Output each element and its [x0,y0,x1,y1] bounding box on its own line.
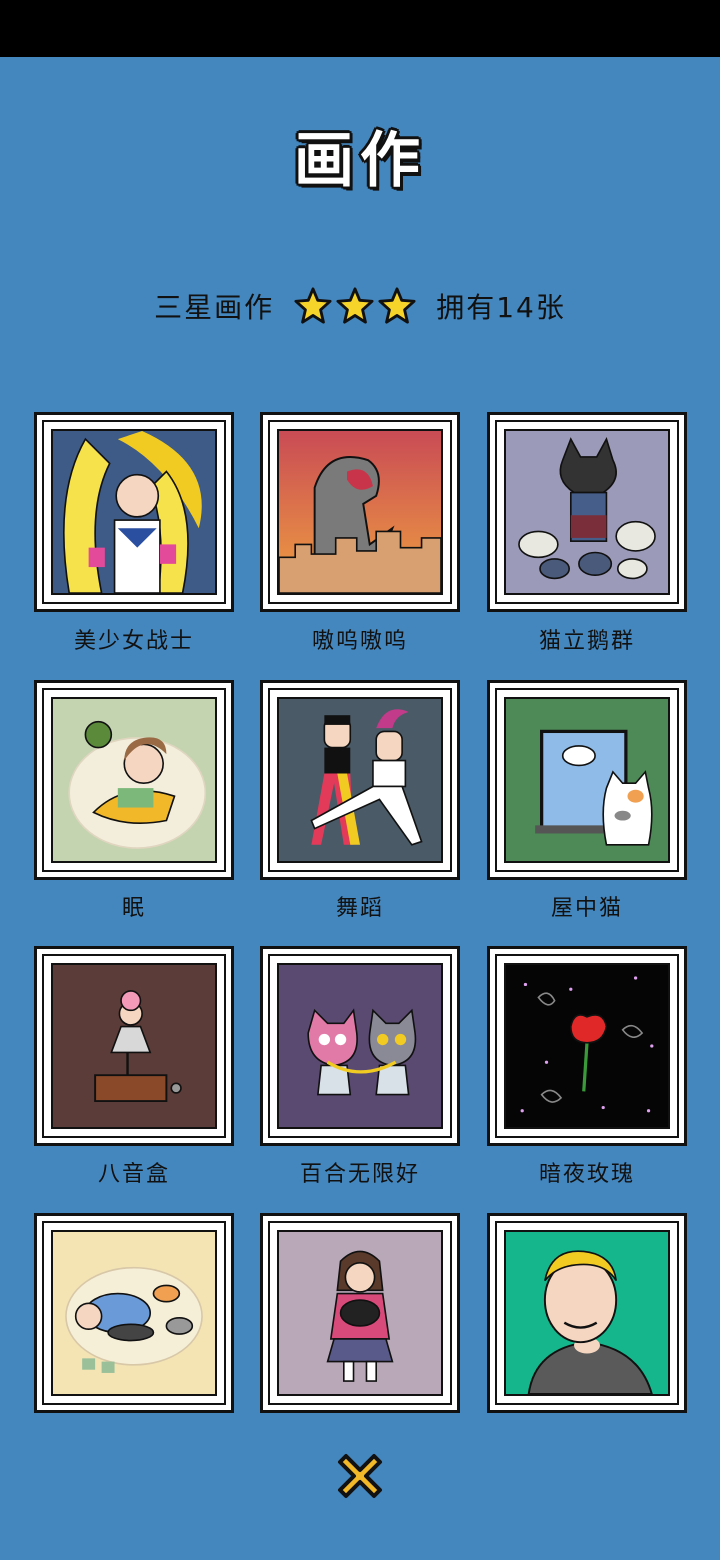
painting-frame-cat-geese[interactable] [487,412,687,612]
sleep-painting [53,699,215,861]
painting-image [51,1230,217,1396]
painting-image [51,429,217,595]
painting-frame-music-box[interactable] [34,946,234,1146]
cat-geese-painting [506,431,668,593]
painting-image [504,1230,670,1396]
painting-frame-sleep[interactable] [34,680,234,880]
painting-frame-cat-room[interactable] [487,680,687,880]
painting-frame-night-rose[interactable] [487,946,687,1146]
painting-label: 百合无限好 [299,1162,420,1187]
painting-frame-sailor-moon[interactable] [34,412,234,612]
sailor-moon-painting [53,431,215,593]
painting-label: 八音盒 [97,1162,170,1187]
painting-grid: 美少女战士 嗷呜嗷呜 猫立鹅群 眠 舞蹈 屋中猫 八音盒 百合无限好 暗夜玫瑰 [0,0,720,1560]
painting-frame-sleeping-cats[interactable] [34,1213,234,1413]
cat-room-painting [506,699,668,861]
painting-image [277,429,443,595]
lily-painting [279,965,441,1127]
painting-image [51,963,217,1129]
painting-image [504,429,670,595]
portrait-painting [506,1232,668,1394]
close-x-icon [338,1454,382,1498]
painting-image [51,697,217,863]
painting-label: 眠 [121,896,146,921]
painting-image [277,697,443,863]
painting-image [277,963,443,1129]
painting-label: 美少女战士 [73,629,194,654]
dance-painting [279,699,441,861]
painting-frame-girl-cats[interactable] [260,1213,460,1413]
painting-image [504,963,670,1129]
painting-image [277,1230,443,1396]
godzilla-painting [279,431,441,593]
painting-label: 猫立鹅群 [538,629,635,654]
close-button[interactable] [332,1448,388,1504]
music-box-painting [53,965,215,1127]
painting-label: 屋中猫 [550,896,623,921]
painting-frame-godzilla[interactable] [260,412,460,612]
painting-frame-portrait[interactable] [487,1213,687,1413]
night-rose-painting [506,965,668,1127]
girl-cats-painting [279,1232,441,1394]
painting-image [504,697,670,863]
painting-label: 舞蹈 [335,896,384,921]
sleeping-cats-painting [53,1232,215,1394]
painting-frame-lily[interactable] [260,946,460,1146]
painting-frame-dance[interactable] [260,680,460,880]
painting-label: 暗夜玫瑰 [538,1162,635,1187]
painting-label: 嗷呜嗷呜 [311,629,408,654]
